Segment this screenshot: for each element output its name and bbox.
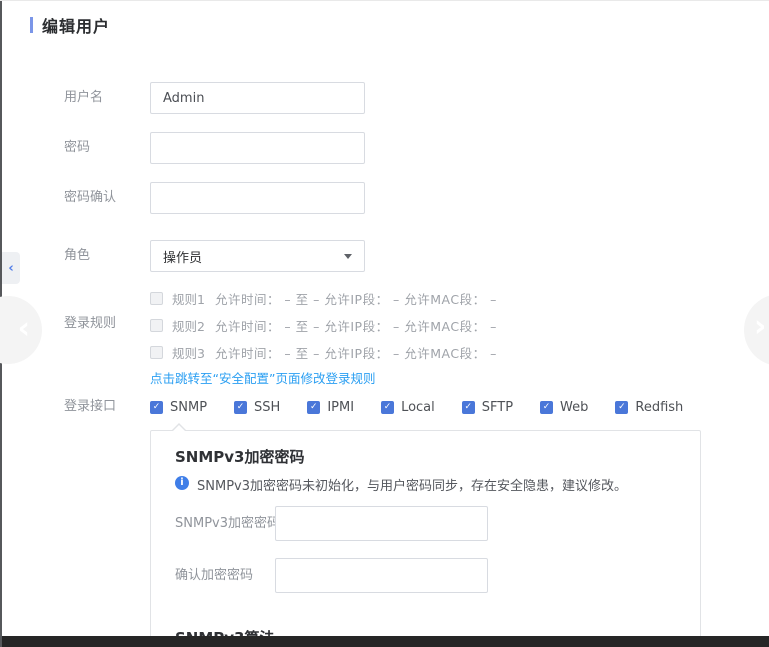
bottom-taskbar [0, 636, 769, 647]
ipmi-checkbox[interactable]: ✓ [307, 401, 320, 414]
rule2-checkbox[interactable] [150, 319, 163, 332]
redfish-option[interactable]: ✓ Redfish [615, 400, 683, 415]
rule-name: 规则3 [172, 343, 205, 362]
role-select[interactable]: 操作员 [150, 240, 365, 272]
local-checkbox[interactable]: ✓ [381, 401, 394, 414]
chevron-left-icon: ‹ [18, 314, 30, 344]
check-icon: ✓ [382, 402, 393, 413]
chevron-left-icon: ‹ [8, 262, 13, 275]
info-icon: i [175, 476, 189, 490]
redfish-checkbox[interactable]: ✓ [615, 401, 628, 414]
sftp-option[interactable]: ✓ SFTP [462, 400, 513, 415]
login-rule-row: 规则1 允许时间： – 至 – 允许IP段： – 允许MAC段： – [150, 289, 497, 308]
check-icon: ✓ [235, 402, 246, 413]
username-label: 用户名 [64, 82, 103, 114]
rule-detail: 允许时间： – 至 – 允许IP段： – 允许MAC段： – [215, 289, 497, 308]
local-label: Local [401, 400, 435, 415]
top-border-line [0, 0, 769, 1]
chevron-right-icon: › [754, 312, 766, 342]
check-icon: ✓ [616, 402, 627, 413]
login-interface-label: 登录接口 [64, 391, 116, 423]
edit-user-page: 编辑用户 用户名 密码 密码确认 角色 操作员 登录规则 规则1 允许时间： –… [0, 0, 769, 647]
check-icon: ✓ [151, 402, 162, 413]
rule1-checkbox[interactable] [150, 292, 163, 305]
title-accent-bar [30, 17, 33, 33]
login-rules-label: 登录规则 [64, 308, 116, 340]
carousel-prev-button[interactable]: ‹ [0, 296, 42, 364]
carousel-next-button[interactable]: › [744, 294, 769, 366]
ipmi-option[interactable]: ✓ IPMI [307, 400, 354, 415]
role-label: 角色 [64, 240, 90, 272]
local-option[interactable]: ✓ Local [381, 400, 435, 415]
rule-detail: 允许时间： – 至 – 允许IP段： – 允许MAC段： – [215, 316, 497, 335]
snmpv3-panel-title: SNMPv3加密密码 [175, 446, 305, 467]
role-selected-value: 操作员 [163, 247, 344, 266]
ssh-checkbox[interactable]: ✓ [234, 401, 247, 414]
chevron-down-icon [344, 254, 352, 259]
snmpv3-confirm-label: 确认加密密码 [175, 558, 253, 593]
snmp-option[interactable]: ✓ SNMP [150, 400, 207, 415]
snmpv3-password-input[interactable] [275, 506, 488, 541]
login-rule-row: 规则2 允许时间： – 至 – 允许IP段： – 允许MAC段： – [150, 316, 497, 335]
snmpv3-password-panel: SNMPv3加密密码 i SNMPv3加密密码未初始化，与用户密码同步，存在安全… [150, 430, 701, 647]
page-title: 编辑用户 [42, 13, 110, 37]
password-confirm-input[interactable] [150, 182, 365, 214]
rule-name: 规则1 [172, 289, 205, 308]
web-checkbox[interactable]: ✓ [540, 401, 553, 414]
ssh-option[interactable]: ✓ SSH [234, 400, 280, 415]
login-interface-options: ✓ SNMP ✓ SSH ✓ IPMI ✓ Local ✓ SFTP ✓ Web… [150, 400, 710, 415]
rule-name: 规则2 [172, 316, 205, 335]
sidebar-collapse-toggle[interactable]: ‹ [2, 252, 20, 284]
rule-detail: 允许时间： – 至 – 允许IP段： – 允许MAC段： – [215, 343, 497, 362]
snmpv3-info-text: SNMPv3加密密码未初始化，与用户密码同步，存在安全隐患，建议修改。 [197, 475, 627, 494]
web-label: Web [560, 400, 588, 415]
page-header: 编辑用户 [30, 13, 110, 37]
sftp-checkbox[interactable]: ✓ [462, 401, 475, 414]
snmp-checkbox[interactable]: ✓ [150, 401, 163, 414]
snmpv3-confirm-input[interactable] [275, 558, 488, 593]
password-label: 密码 [64, 132, 90, 164]
snmpv3-info-row: i SNMPv3加密密码未初始化，与用户密码同步，存在安全隐患，建议修改。 [175, 475, 627, 494]
snmp-label: SNMP [170, 400, 207, 415]
username-input[interactable] [150, 82, 365, 114]
snmpv3-password-label: SNMPv3加密密码 [175, 506, 280, 541]
check-icon: ✓ [463, 402, 474, 413]
redfish-label: Redfish [635, 400, 683, 415]
check-icon: ✓ [541, 402, 552, 413]
web-option[interactable]: ✓ Web [540, 400, 588, 415]
security-config-link[interactable]: 点击跳转至“安全配置”页面修改登录规则 [150, 368, 375, 387]
check-icon: ✓ [308, 402, 319, 413]
ssh-label: SSH [254, 400, 280, 415]
ipmi-label: IPMI [327, 400, 354, 415]
password-confirm-label: 密码确认 [64, 182, 116, 214]
sftp-label: SFTP [482, 400, 513, 415]
panel-caret-icon-inner [172, 425, 186, 432]
login-rule-row: 规则3 允许时间： – 至 – 允许IP段： – 允许MAC段： – [150, 343, 497, 362]
rule3-checkbox[interactable] [150, 346, 163, 359]
password-input[interactable] [150, 132, 365, 164]
